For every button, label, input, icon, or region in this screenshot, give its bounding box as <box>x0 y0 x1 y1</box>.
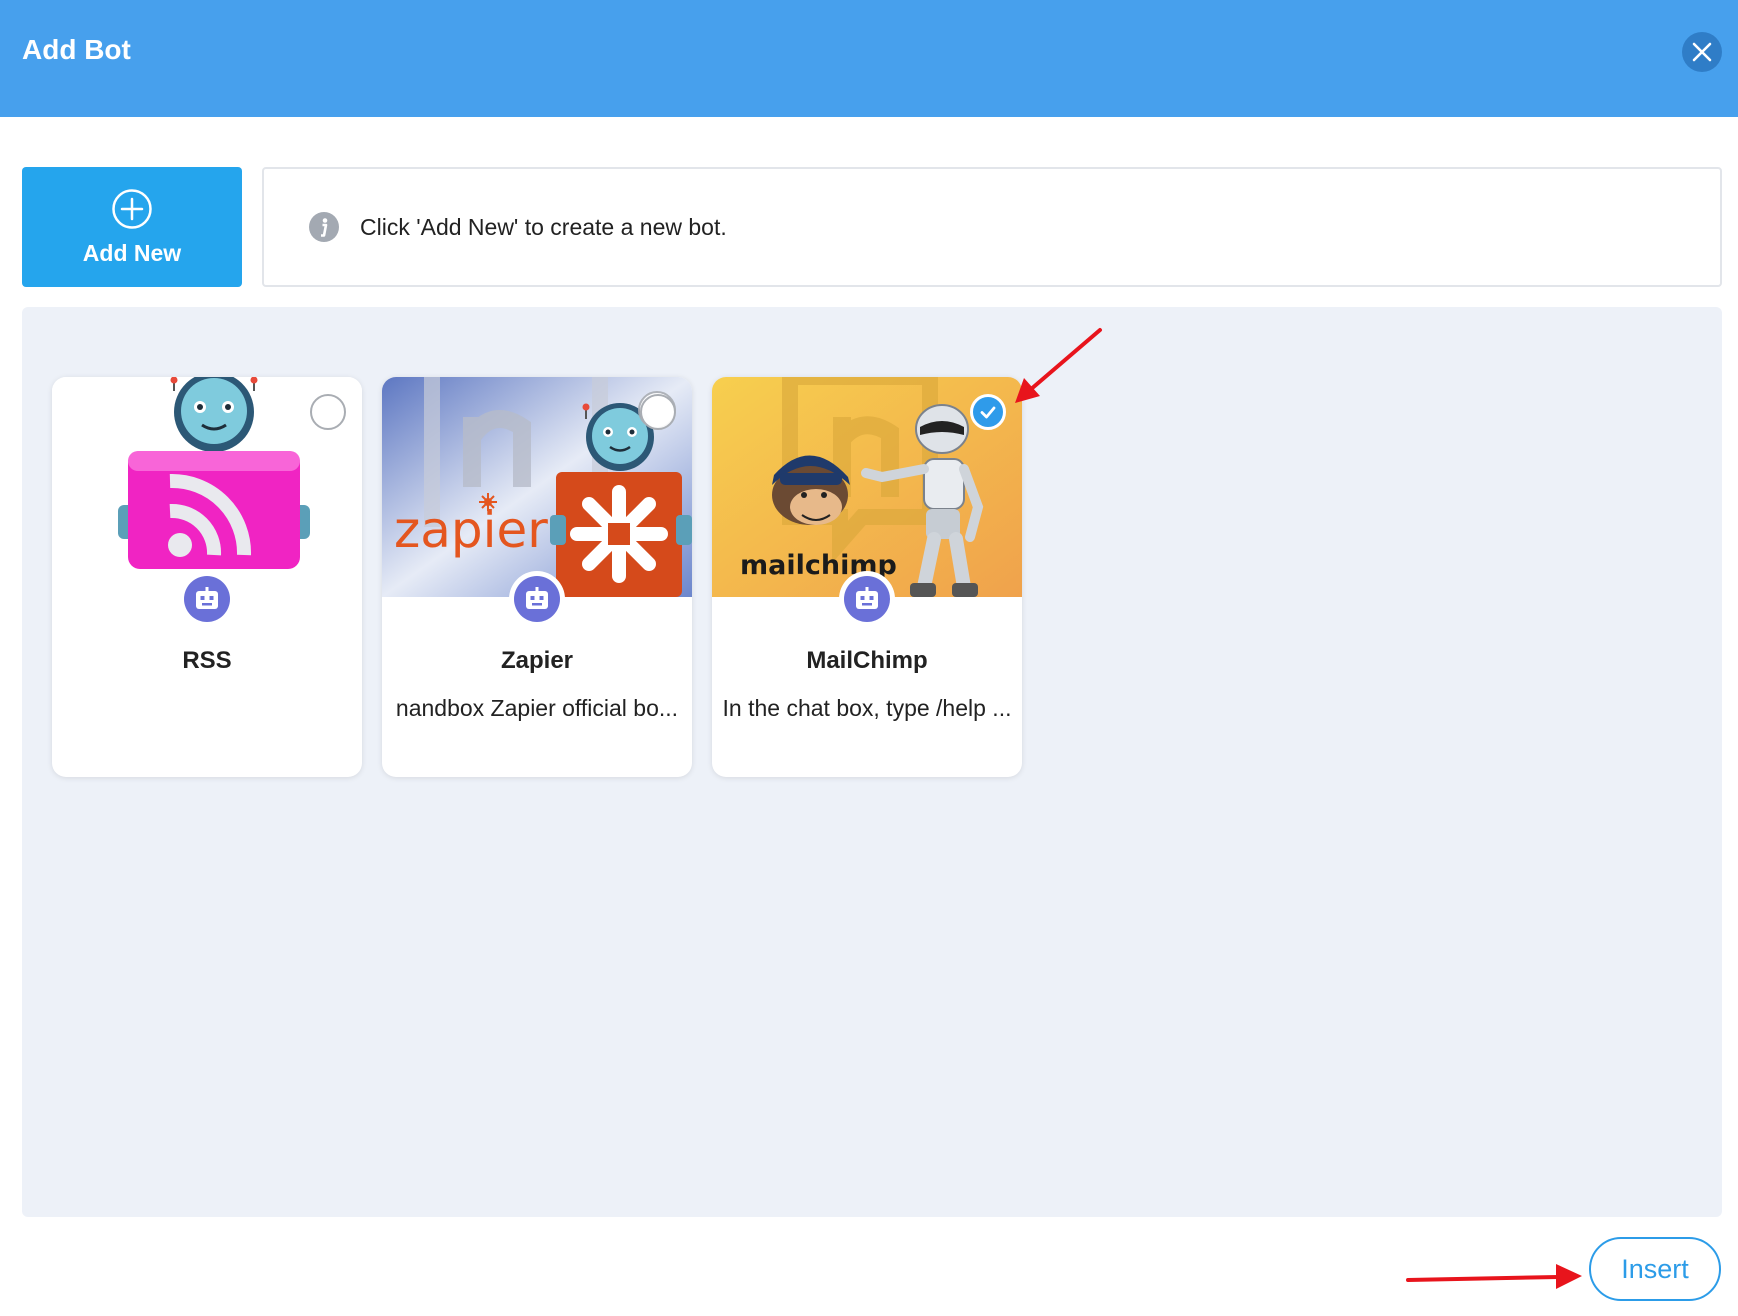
robot-icon <box>196 587 218 609</box>
info-message-box: Click 'Add New' to create a new bot. <box>262 167 1722 287</box>
select-radio-rss[interactable] <box>310 394 346 430</box>
check-icon <box>980 406 996 419</box>
close-button[interactable] <box>1682 32 1722 72</box>
info-icon <box>309 212 339 242</box>
robot-icon <box>526 587 548 609</box>
add-new-label: Add New <box>82 239 182 266</box>
svg-text:zapier: zapier <box>394 501 548 559</box>
bot-card-rss[interactable]: RSS <box>52 377 362 777</box>
insert-button[interactable]: Insert <box>1589 1237 1721 1301</box>
add-new-button[interactable]: Add New <box>22 167 242 287</box>
select-radio-zapier[interactable] <box>640 394 676 430</box>
close-icon <box>1692 42 1712 62</box>
bot-name: RSS <box>182 647 232 674</box>
dialog-title: Add Bot <box>22 34 131 65</box>
bot-avatar <box>179 571 235 627</box>
dialog-header: Add Bot <box>0 0 1738 117</box>
bot-avatar <box>839 571 895 627</box>
bot-name: MailChimp <box>806 647 928 674</box>
bot-avatar <box>509 571 565 627</box>
bot-card-mailchimp[interactable]: mailchimp MailChimp In the chat box, typ… <box>712 377 1022 777</box>
selected-checkmark[interactable] <box>970 394 1006 430</box>
bot-description: nandbox Zapier official bo... <box>395 695 679 721</box>
robot-icon <box>856 587 878 609</box>
plus-circle-icon <box>112 188 152 229</box>
arrow-to-insert <box>1406 1264 1582 1289</box>
bot-card-zapier[interactable]: zapier Zapier nandbox Zapier official bo… <box>382 377 692 777</box>
info-text: Click 'Add New' to create a new bot. <box>360 213 727 240</box>
bot-description: In the chat box, type /help ... <box>722 695 1012 721</box>
bot-name: Zapier <box>500 647 574 674</box>
